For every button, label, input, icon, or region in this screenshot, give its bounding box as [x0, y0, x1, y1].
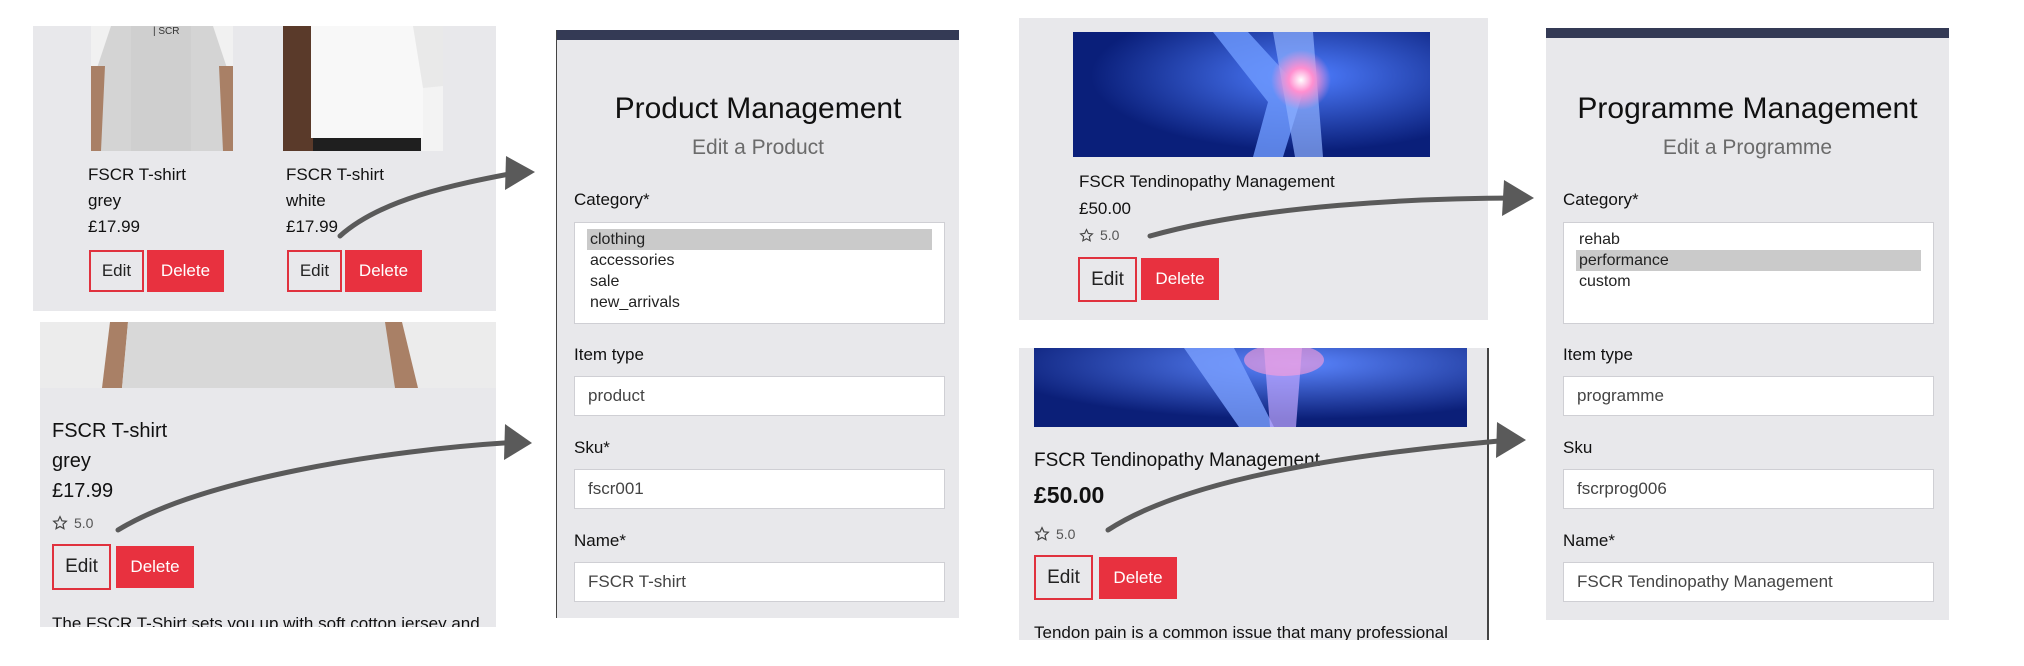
edit-button[interactable]: Edit — [287, 250, 342, 292]
sku-label: Sku — [1563, 438, 1593, 457]
programme-image[interactable] — [1073, 32, 1430, 157]
svg-text:| SCR: | SCR — [153, 26, 180, 37]
category-label: Category* — [1563, 190, 1639, 209]
product-price: £17.99 — [88, 217, 140, 236]
category-option[interactable]: new_arrivals — [587, 292, 932, 313]
tshirt-detail-image — [40, 322, 496, 388]
item-type-field[interactable]: product — [574, 376, 945, 416]
product-management-form: Product Management Edit a Product Catego… — [556, 30, 959, 618]
name-field[interactable]: FSCR Tendinopathy Management — [1563, 562, 1934, 602]
sku-field[interactable]: fscr001 — [574, 469, 945, 509]
category-option[interactable]: clothing — [587, 229, 932, 250]
delete-button[interactable]: Delete — [1099, 557, 1177, 599]
product-cards-panel: | SCR FSCR T-shirt grey £17.99 Edit Dele… — [33, 26, 496, 311]
programme-name: FSCR Tendinopathy Management — [1034, 450, 1320, 471]
star-outline-icon — [52, 515, 68, 530]
name-label: Name* — [1563, 531, 1615, 550]
name-label: Name* — [574, 531, 626, 550]
category-option[interactable]: custom — [1576, 271, 1921, 292]
item-type-field[interactable]: programme — [1563, 376, 1934, 416]
star-outline-icon — [1079, 227, 1094, 242]
category-select[interactable]: clothing accessories sale new_arrivals — [574, 222, 945, 324]
product-name: FSCR T-shirt — [52, 420, 168, 442]
item-type-label: Item type — [1563, 345, 1633, 364]
product-detail-panel: FSCR T-shirt grey £17.99 5.0 Edit Delete… — [40, 322, 496, 627]
programme-card-panel: FSCR Tendinopathy Management £50.00 5.0 … — [1019, 18, 1488, 320]
page-subtitle: Edit a Programme — [1662, 136, 1833, 159]
category-option[interactable]: rehab — [1576, 229, 1921, 250]
tshirt-white-image[interactable] — [283, 26, 443, 151]
product-name: FSCR T-shirt — [88, 165, 186, 184]
delete-button[interactable]: Delete — [1141, 258, 1219, 300]
category-option[interactable]: sale — [587, 271, 932, 292]
edit-button[interactable]: Edit — [1078, 257, 1137, 302]
programme-management-form: Programme Management Edit a Programme Ca… — [1546, 28, 1949, 620]
item-type-label: Item type — [574, 345, 644, 364]
product-color: grey — [52, 450, 91, 472]
category-select[interactable]: rehab performance custom — [1563, 222, 1934, 324]
star-outline-icon — [1034, 526, 1050, 541]
rating: 5.0 — [1079, 227, 1119, 243]
rating-value: 5.0 — [1100, 227, 1120, 243]
product-description: The FSCR T-Shirt sets you up with soft c… — [52, 614, 480, 627]
rating-value: 5.0 — [1056, 526, 1076, 542]
tshirt-grey-image[interactable]: | SCR — [91, 26, 233, 151]
product-price: £17.99 — [52, 480, 114, 502]
navbar — [1546, 28, 1949, 38]
product-color: white — [286, 191, 326, 210]
page-title: Product Management — [614, 92, 902, 125]
programme-description: Tendon pain is a common issue that many … — [1034, 623, 1448, 640]
programme-detail-panel: FSCR Tendinopathy Management £50.00 5.0 … — [1019, 348, 1489, 640]
category-option[interactable]: performance — [1576, 250, 1921, 271]
edit-button[interactable]: Edit — [89, 250, 144, 292]
product-name: FSCR T-shirt — [286, 165, 384, 184]
navbar — [557, 30, 959, 40]
programme-name: FSCR Tendinopathy Management — [1079, 172, 1335, 191]
page-title: Programme Management — [1577, 92, 1918, 125]
product-price: £17.99 — [286, 217, 338, 236]
page-subtitle: Edit a Product — [692, 136, 824, 159]
category-label: Category* — [574, 190, 650, 209]
edit-button[interactable]: Edit — [52, 544, 111, 590]
rating: 5.0 — [1034, 526, 1075, 542]
category-option[interactable]: accessories — [587, 250, 932, 271]
sku-label: Sku* — [574, 438, 610, 457]
rating-value: 5.0 — [74, 515, 94, 531]
name-field[interactable]: FSCR T-shirt — [574, 562, 945, 602]
edit-button[interactable]: Edit — [1034, 555, 1093, 600]
sku-field[interactable]: fscrprog006 — [1563, 469, 1934, 509]
delete-button[interactable]: Delete — [147, 250, 224, 292]
rating: 5.0 — [52, 515, 93, 531]
product-color: grey — [88, 191, 122, 210]
programme-detail-image — [1034, 348, 1467, 427]
delete-button[interactable]: Delete — [345, 250, 422, 292]
programme-price: £50.00 — [1079, 199, 1131, 218]
programme-price: £50.00 — [1034, 482, 1105, 508]
delete-button[interactable]: Delete — [116, 546, 194, 588]
